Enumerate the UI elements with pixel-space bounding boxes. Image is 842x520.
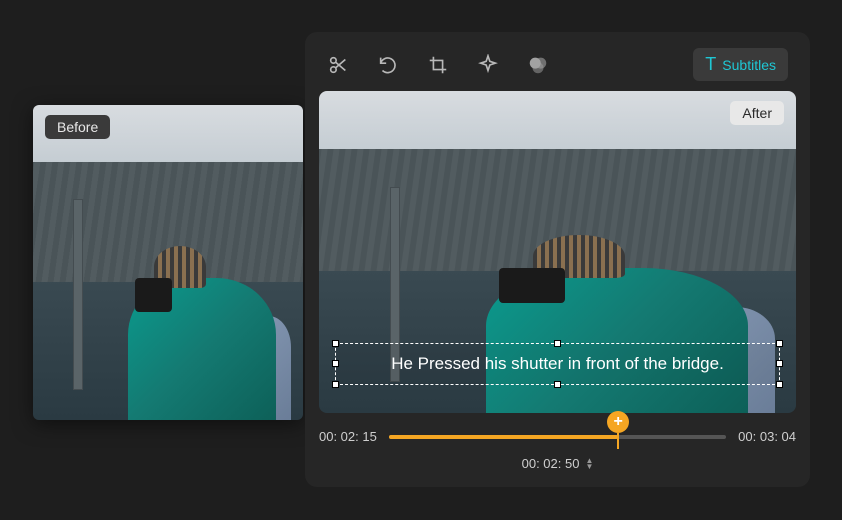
before-label: Before: [45, 115, 110, 139]
text-icon: T: [705, 54, 716, 75]
editor-panel: T Subtitles After He Pressed his shutter…: [305, 32, 810, 487]
timeline-progress: [389, 435, 618, 439]
before-panel: Before: [33, 105, 303, 420]
effects-icon[interactable]: [477, 54, 499, 76]
after-preview: After He Pressed his shutter in front of…: [319, 91, 796, 413]
resize-handle-tl[interactable]: [332, 340, 339, 347]
stepper-down-icon: ▼: [585, 464, 593, 470]
resize-handle-mr[interactable]: [776, 360, 783, 367]
before-image: [33, 105, 303, 420]
rotate-icon[interactable]: [377, 54, 399, 76]
subtitle-box[interactable]: He Pressed his shutter in front of the b…: [335, 343, 780, 385]
filter-icon[interactable]: [527, 54, 549, 76]
resize-handle-bl[interactable]: [332, 381, 339, 388]
after-label: After: [730, 101, 784, 125]
current-time: 00: 02: 50: [522, 456, 580, 471]
resize-handle-ml[interactable]: [332, 360, 339, 367]
resize-handle-bc[interactable]: [554, 381, 561, 388]
subtitle-text: He Pressed his shutter in front of the b…: [391, 354, 724, 373]
add-subtitle-button[interactable]: +: [607, 411, 629, 433]
current-time-row: 00: 02: 50 ▲ ▼: [319, 456, 796, 471]
time-stepper[interactable]: ▲ ▼: [585, 458, 593, 470]
toolbar: T Subtitles: [319, 46, 796, 91]
resize-handle-tc[interactable]: [554, 340, 561, 347]
time-end: 00: 03: 04: [738, 429, 796, 444]
timeline-track[interactable]: +: [389, 435, 726, 439]
subtitles-button[interactable]: T Subtitles: [693, 48, 788, 81]
resize-handle-br[interactable]: [776, 381, 783, 388]
time-start: 00: 02: 15: [319, 429, 377, 444]
crop-icon[interactable]: [427, 54, 449, 76]
subtitles-label: Subtitles: [722, 57, 776, 73]
resize-handle-tr[interactable]: [776, 340, 783, 347]
cut-icon[interactable]: [327, 54, 349, 76]
timeline: 00: 02: 15 + 00: 03: 04: [319, 429, 796, 444]
subject-person: [128, 231, 277, 420]
